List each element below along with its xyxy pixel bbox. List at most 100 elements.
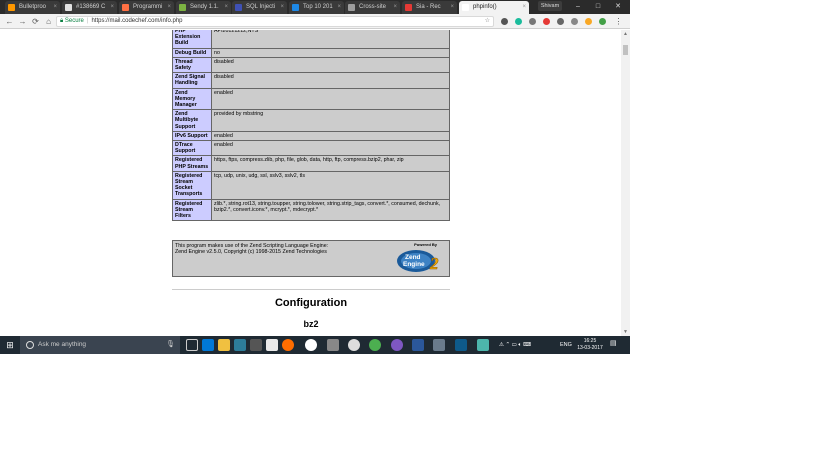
chrome-icon[interactable]: [369, 339, 381, 351]
close-tab-icon[interactable]: ×: [110, 1, 114, 14]
browser-tab[interactable]: phpinfo() ×: [459, 1, 529, 14]
svg-text:Engine: Engine: [403, 261, 425, 268]
notification-icon[interactable]: ▤: [610, 339, 620, 351]
browser-tab[interactable]: Programmi ×: [119, 1, 174, 14]
app-icon[interactable]: [348, 339, 360, 351]
browser-tab[interactable]: Top 10 201 ×: [289, 1, 344, 14]
scroll-thumb[interactable]: [623, 45, 628, 55]
app-icon[interactable]: [455, 339, 467, 351]
profile-button[interactable]: Shivam: [538, 1, 562, 11]
windows-start-icon[interactable]: ⊞: [0, 336, 20, 354]
tab-strip: Bulletproo × #138669 C × Programmi × Sendy 1.1…: [0, 0, 630, 14]
close-tab-icon[interactable]: ×: [522, 1, 526, 14]
clock-date: 13-03-2017: [577, 345, 603, 351]
close-tab-icon[interactable]: ×: [280, 1, 284, 14]
extension-icon[interactable]: [515, 18, 522, 25]
scroll-down-icon[interactable]: ▼: [622, 329, 629, 335]
row-key: Registered Stream Socket Transports: [172, 170, 212, 200]
close-window-button[interactable]: ✕: [608, 0, 628, 14]
row-value: API20121212,NTS: [211, 30, 450, 49]
close-tab-icon[interactable]: ×: [393, 1, 397, 14]
browser-tab[interactable]: Cross-site ×: [345, 1, 400, 14]
row-value: enabled: [211, 130, 450, 142]
tab-favicon-icon: [348, 4, 355, 11]
row-value: disabled: [211, 72, 450, 89]
tab-label: Sendy 1.1.: [190, 4, 219, 10]
browser-toolbar: ← → ⟳ ⌂ 🔒︎ Secure | https://mail.codechef.…: [0, 14, 630, 29]
row-key: PHP Extension Build: [172, 30, 212, 49]
row-key: Registered Stream Filters: [172, 198, 212, 222]
extension-icon[interactable]: [529, 18, 536, 25]
address-bar[interactable]: 🔒︎ Secure | https://mail.codechef.com/info…: [56, 16, 494, 27]
row-value: disabled: [211, 56, 450, 74]
system-tray[interactable]: ⚠ ⌃ ▭ 🔈︎ ⌨: [499, 336, 531, 354]
app-icon[interactable]: [391, 339, 403, 351]
scroll-up-icon[interactable]: ▲: [622, 31, 629, 37]
tab-label: SQL Injecti: [246, 4, 276, 10]
table-row: Registered PHP Streams https, ftps, compr…: [172, 155, 450, 172]
row-value: no: [211, 47, 450, 58]
word-icon[interactable]: [412, 339, 424, 351]
app-icon[interactable]: [282, 339, 294, 351]
browser-tab[interactable]: Sendy 1.1. ×: [176, 1, 231, 14]
module-heading: bz2: [303, 319, 319, 329]
url-text: https://mail.codechef.com/info.php: [91, 18, 183, 24]
browser-tab[interactable]: SQL Injecti ×: [232, 1, 287, 14]
extension-icon[interactable]: [585, 18, 592, 25]
tab-favicon-icon: [235, 4, 242, 11]
tab-favicon-icon: [292, 4, 299, 11]
close-tab-icon[interactable]: ×: [167, 1, 171, 14]
row-key: Thread Safety: [172, 56, 212, 74]
browser-tab[interactable]: Sia - Rec ×: [402, 1, 457, 14]
menu-icon[interactable]: ⋮: [613, 16, 624, 27]
cortana-search-box[interactable]: Ask me anything 🎙︎: [20, 336, 180, 354]
bookmark-star-icon[interactable]: ☆: [485, 17, 490, 26]
browser-tab[interactable]: Bulletproo ×: [5, 1, 60, 14]
browser-tab[interactable]: #138669 C ×: [62, 1, 117, 14]
tab-favicon-icon: [122, 4, 129, 11]
tab-label: Top 10 201: [303, 4, 333, 10]
extension-icon[interactable]: [599, 18, 606, 25]
app-icon[interactable]: [266, 339, 278, 351]
row-value: zlib.*, string.rot13, string.toupper, st…: [211, 198, 450, 222]
hp-icon[interactable]: [305, 339, 317, 351]
language-indicator[interactable]: ENG: [560, 336, 572, 354]
table-row: Registered Stream Socket Transports tcp, …: [172, 170, 450, 200]
vertical-scrollbar[interactable]: ▲ ▼: [621, 30, 630, 336]
app-icon[interactable]: [250, 339, 262, 351]
divider: [172, 289, 450, 290]
clock[interactable]: 16:25 13-03-2017: [574, 338, 606, 352]
app-icon[interactable]: [477, 339, 489, 351]
tab-favicon-icon: [405, 4, 412, 11]
edge-icon[interactable]: [202, 339, 214, 351]
zend-engine-logo-icon[interactable]: Zend Engine 2: [394, 243, 446, 275]
extension-icon[interactable]: [557, 18, 564, 25]
minimize-button[interactable]: –: [568, 0, 588, 14]
table-row: DTrace Support enabled: [172, 140, 450, 157]
microphone-icon[interactable]: 🎙︎: [166, 336, 175, 354]
row-key: Zend Signal Handling: [172, 72, 212, 89]
file-explorer-icon[interactable]: [218, 339, 230, 351]
screen: Bulletproo × #138669 C × Programmi × Sendy 1.1…: [0, 0, 630, 354]
close-tab-icon[interactable]: ×: [53, 1, 57, 14]
secure-label: Secure: [64, 18, 84, 24]
configuration-heading: Configuration: [274, 297, 348, 309]
tab-favicon-icon: [179, 4, 186, 11]
back-icon[interactable]: ←: [4, 16, 15, 27]
close-tab-icon[interactable]: ×: [450, 1, 454, 14]
close-tab-icon[interactable]: ×: [337, 1, 341, 14]
store-icon[interactable]: [234, 339, 246, 351]
reload-icon[interactable]: ⟳: [30, 16, 41, 27]
home-icon[interactable]: ⌂: [43, 16, 54, 27]
close-tab-icon[interactable]: ×: [224, 1, 228, 14]
task-view-icon[interactable]: [186, 339, 198, 351]
extension-icon[interactable]: [571, 18, 578, 25]
app-icon[interactable]: [327, 339, 339, 351]
app-icon[interactable]: [433, 339, 445, 351]
forward-icon[interactable]: →: [17, 16, 28, 27]
tab-favicon-icon: [462, 4, 469, 11]
maximize-button[interactable]: □: [588, 0, 608, 14]
extension-icon[interactable]: [501, 18, 508, 25]
clock-time: 16:25: [583, 338, 597, 344]
opera-icon[interactable]: [543, 18, 550, 25]
